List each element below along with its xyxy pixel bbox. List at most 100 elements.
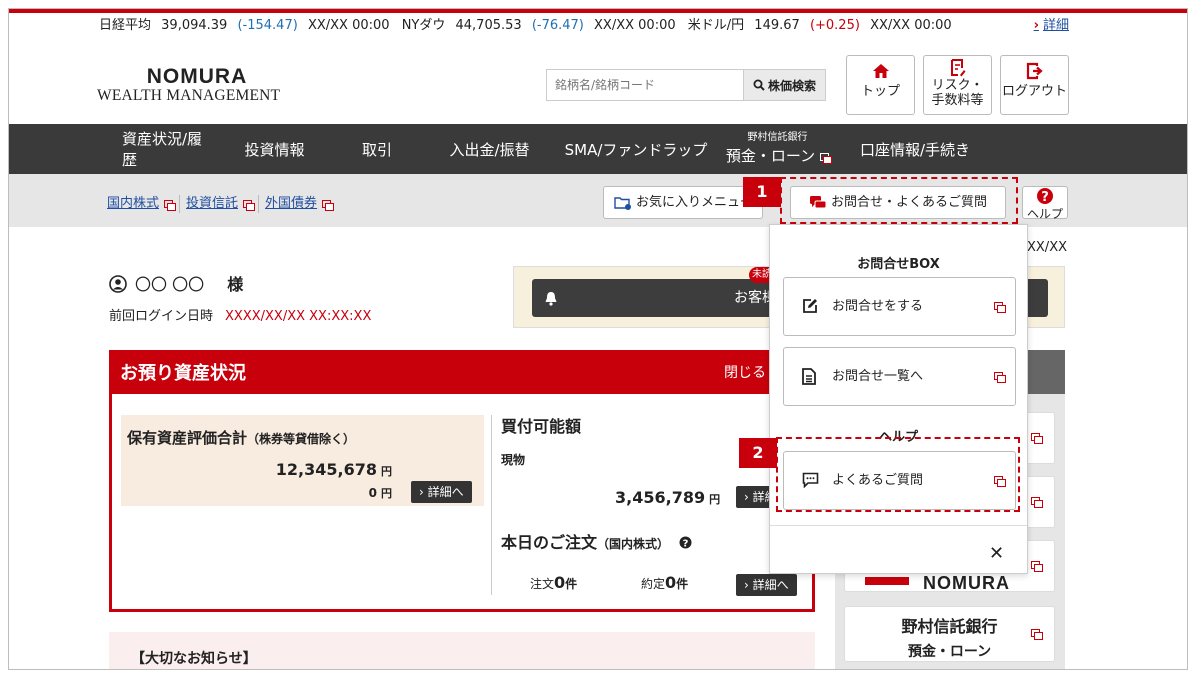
- home-icon: [872, 64, 889, 78]
- buying-power-value: 3,456,789: [615, 488, 706, 507]
- holdings-box: 保有資産評価合計（株券等貸借除く） 12,345,678 円 0円 › 詳細へ: [121, 415, 484, 506]
- orders-detail-button[interactable]: › 詳細へ: [736, 574, 797, 596]
- stock-search: 株価検索: [546, 69, 826, 101]
- holdings-value-2: 0: [368, 486, 377, 500]
- nav-deposit-transfer[interactable]: 入出金/振替: [422, 139, 557, 160]
- highlight-box-1: [780, 177, 1018, 224]
- help-button[interactable]: ? ヘルプ: [1022, 186, 1068, 221]
- usd-label: 米ドル/円: [687, 18, 745, 33]
- assets-title: お預り資産状況: [120, 363, 246, 384]
- link-foreign-bonds[interactable]: 外国債券: [265, 196, 317, 211]
- trust-bank-sub: 預金・ローン: [907, 644, 992, 660]
- usd-time: XX/XX 00:00: [870, 18, 952, 33]
- edit-icon: [803, 299, 817, 313]
- nav-label: 取引: [361, 140, 392, 159]
- risk-fees-button[interactable]: リスク・手数料等: [923, 55, 992, 115]
- trust-bank-title: 野村信託銀行: [901, 617, 998, 636]
- question-icon[interactable]: ?: [679, 536, 692, 550]
- logo-line1: NOMURA: [146, 65, 248, 88]
- stock-search-input[interactable]: [547, 70, 743, 100]
- inquiry-list-label: お問合せ一覧へ: [832, 369, 924, 384]
- inquiry-list-item[interactable]: お問合せ一覧へ: [783, 347, 1016, 406]
- close-icon[interactable]: ✕: [989, 543, 1004, 564]
- quick-links: 国内株式 投資信託 外国債券: [107, 192, 335, 213]
- logout-button[interactable]: ログアウト: [1000, 55, 1069, 115]
- top-button-label: トップ: [860, 84, 900, 99]
- assets-panel: お預り資産状況 閉じる 保有資産評価合計（株券等貸借除く） 12,345,678…: [109, 350, 815, 612]
- external-link-icon: [1031, 497, 1043, 508]
- nav-trading[interactable]: 取引: [332, 139, 422, 160]
- user-honorific: 様: [227, 275, 244, 294]
- top-button[interactable]: トップ: [846, 55, 915, 115]
- list-document-icon: [802, 368, 816, 385]
- nav-deposit-loan[interactable]: 野村信託銀行 預金・ローン: [715, 132, 840, 166]
- detail-label: 詳細へ: [752, 578, 789, 592]
- risk-fees-button-label: リスク・手数料等: [931, 78, 984, 108]
- divider: [491, 415, 492, 595]
- ticker-detail-link[interactable]: › 詳細: [1034, 13, 1069, 39]
- favorites-menu-button[interactable]: お気に入りメニュー: [603, 186, 763, 219]
- external-link-icon: [1031, 433, 1043, 444]
- nav-sublabel: 野村信託銀行: [747, 132, 808, 143]
- ny-change: (-76.47): [531, 18, 584, 33]
- holdings-value: 12,345,678: [275, 460, 377, 479]
- nav-assets-history[interactable]: 資産状況/履歴: [97, 128, 217, 170]
- holdings-unit: 円: [381, 465, 392, 478]
- holdings-note: （株券等貸借除く）: [247, 432, 356, 446]
- external-link-icon: [1031, 629, 1043, 640]
- user-info: 〇〇 〇〇 様 前回ログイン日時 XXXX/XX/XX XX:XX:XX: [109, 271, 371, 324]
- stock-search-button[interactable]: 株価検索: [743, 70, 825, 100]
- nav-account-procedures[interactable]: 口座情報/手続き: [840, 139, 990, 160]
- nav-investment-info[interactable]: 投資情報: [217, 139, 332, 160]
- brand-mark: [865, 577, 909, 585]
- main-nav: 資産状況/履歴 投資情報 取引 入出金/振替 SMA/ファンドラップ 野村信託銀…: [9, 124, 1187, 174]
- detail-label: 詳細へ: [427, 485, 464, 499]
- nav-sma-fundwrap[interactable]: SMA/ファンドラップ: [557, 139, 715, 160]
- buying-power-amount: 3,456,789 円: [615, 488, 720, 507]
- holdings-detail-button[interactable]: › 詳細へ: [411, 481, 472, 503]
- buying-power-unit: 円: [709, 493, 721, 506]
- inquiry-dropdown: お問合せBOX お問合せをする お問合せ一覧へ ヘルプ よくあるご質問 ✕: [769, 224, 1028, 574]
- nikkei-label: 日経平均: [99, 18, 152, 33]
- svg-text:?: ?: [682, 539, 688, 550]
- highlight-box-2: [776, 437, 1020, 512]
- nomura-logo[interactable]: NOMURA WEALTH MANAGEMENT: [97, 65, 297, 105]
- document-icon: [950, 59, 965, 77]
- orders-label: 注文: [530, 577, 555, 591]
- notice-title: 【大切なお知らせ】: [131, 651, 257, 667]
- external-link-icon: [820, 152, 833, 164]
- executed-count: 0: [665, 573, 677, 592]
- ny-value: 44,705.53: [455, 18, 522, 33]
- nomura-brand-text: NOMURA: [923, 573, 1010, 592]
- orders-count: 0: [554, 573, 566, 592]
- make-inquiry-item[interactable]: お問合せをする: [783, 277, 1016, 336]
- executed-unit: 件: [676, 577, 689, 591]
- nav-label: 口座情報/手続き: [859, 140, 971, 159]
- nikkei-time: XX/XX 00:00: [307, 18, 390, 33]
- divider: [770, 525, 1027, 526]
- page-frame: 日経平均 39,094.39 (-154.47) XX/XX 00:00 NYダ…: [8, 8, 1188, 670]
- holdings-unit-2: 円: [381, 487, 392, 500]
- nikkei-change: (-154.47): [237, 18, 298, 33]
- trust-bank-card[interactable]: 野村信託銀行 預金・ローン: [844, 606, 1055, 662]
- orders-title: 本日のご注文: [501, 533, 598, 552]
- folder-icon: [614, 196, 631, 210]
- logout-icon: [1026, 62, 1043, 80]
- link-domestic-stocks[interactable]: 国内株式: [107, 196, 159, 211]
- step-badge-2: 2: [739, 438, 777, 468]
- external-link-icon: [1031, 561, 1043, 572]
- cash-label: 現物: [501, 453, 526, 467]
- user-icon: [109, 275, 127, 293]
- date-fragment: XX/XX: [1027, 240, 1068, 255]
- orders-note: （国内株式）: [597, 537, 670, 551]
- link-investment-trusts[interactable]: 投資信託: [186, 196, 238, 211]
- ny-label: NYダウ: [401, 18, 446, 33]
- holdings-title: 保有資産評価合計: [127, 429, 248, 447]
- stock-search-button-label: 株価検索: [767, 78, 816, 93]
- help-label: ヘルプ: [1026, 207, 1063, 221]
- external-link-icon: [243, 199, 256, 211]
- external-link-icon: [164, 199, 177, 211]
- assets-close-button[interactable]: 閉じる: [724, 353, 766, 394]
- todays-orders: 本日のご注文（国内株式） ?: [501, 529, 692, 553]
- question-icon: ?: [1037, 188, 1053, 205]
